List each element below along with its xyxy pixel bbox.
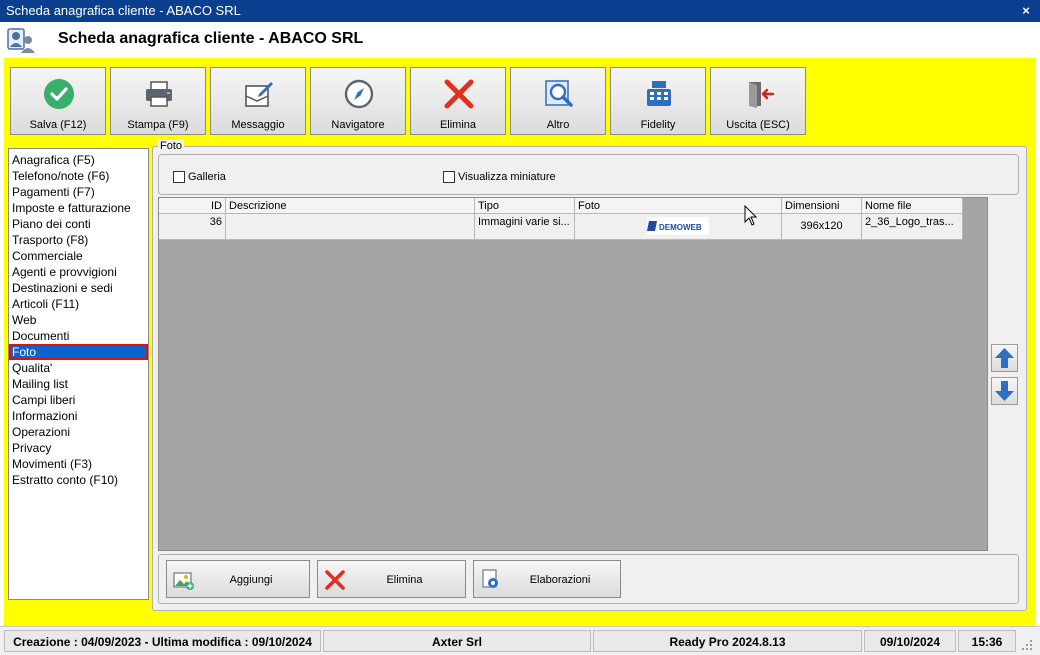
window-titlebar: Scheda anagrafica cliente - ABACO SRL × — [0, 0, 1040, 22]
status-bar: Creazione : 04/09/2023 - Ultima modifica… — [0, 626, 1040, 655]
fidelity-button-label: Fidelity — [640, 119, 676, 131]
column-header-dimensioni[interactable]: Dimensioni — [782, 198, 862, 214]
sidebar-item-mailing-list[interactable]: Mailing list — [9, 376, 148, 392]
cash-register-icon — [647, 81, 671, 106]
sidebar-item-movimenti[interactable]: Movimenti (F3) — [9, 456, 148, 472]
processing-label: Elaborazioni — [529, 574, 591, 586]
cell-tipo: Immagini varie si... — [475, 214, 575, 240]
sidebar-item-informazioni[interactable]: Informazioni — [9, 408, 148, 424]
sidebar-item-destinazioni[interactable]: Destinazioni e sedi — [9, 280, 148, 296]
sidebar-item-privacy[interactable]: Privacy — [9, 440, 148, 456]
status-date: 09/10/2024 — [864, 630, 956, 652]
status-product: Ready Pro 2024.8.13 — [593, 630, 862, 652]
sidebar-item-telefono-note[interactable]: Telefono/note (F6) — [9, 168, 148, 184]
sidebar-item-documenti[interactable]: Documenti — [9, 328, 148, 344]
cell-dimensioni: 396x120 — [782, 214, 862, 240]
delete-photo-button[interactable]: Elimina — [317, 560, 466, 598]
printer-icon — [146, 81, 172, 107]
window-title: Scheda anagrafica cliente - ABACO SRL — [6, 3, 241, 18]
check-circle-icon — [44, 79, 74, 109]
exit-button-label: Uscita (ESC) — [726, 119, 790, 131]
processing-button[interactable]: Elaborazioni — [473, 560, 621, 598]
table-row[interactable]: 36 Immagini varie si... DEMOWEB 396x120 … — [159, 214, 963, 240]
navigator-button[interactable]: Navigatore — [310, 67, 406, 135]
sidebar-item-pagamenti[interactable]: Pagamenti (F7) — [9, 184, 148, 200]
resize-grip-icon[interactable] — [1020, 638, 1034, 652]
move-down-button[interactable] — [991, 377, 1018, 405]
cell-id: 36 — [159, 214, 226, 240]
section-list: Anagrafica (F5) Telefono/note (F6) Pagam… — [8, 148, 149, 600]
column-header-descrizione[interactable]: Descrizione — [226, 198, 475, 214]
gear-document-icon — [482, 569, 498, 588]
sidebar-item-commerciale[interactable]: Commerciale — [9, 248, 148, 264]
sidebar-item-web[interactable]: Web — [9, 312, 148, 328]
close-icon[interactable]: × — [1018, 3, 1034, 19]
sidebar-item-campi-liberi[interactable]: Campi liberi — [9, 392, 148, 408]
add-photo-label: Aggiungi — [229, 574, 273, 586]
column-header-tipo[interactable]: Tipo — [475, 198, 575, 214]
miniature-checkbox[interactable]: Visualizza miniature — [443, 171, 556, 183]
sidebar-item-piano-conti[interactable]: Piano dei conti — [9, 216, 148, 232]
demoweb-logo-text: DEMOWEB — [659, 223, 702, 232]
add-photo-button[interactable]: Aggiungi — [166, 560, 310, 598]
customer-card-icon — [7, 28, 35, 53]
sidebar-item-qualita[interactable]: Qualita' — [9, 360, 148, 376]
delete-photo-label: Elimina — [386, 574, 423, 586]
status-dates: Creazione : 04/09/2023 - Ultima modifica… — [4, 630, 321, 652]
add-image-icon — [173, 572, 194, 590]
save-button[interactable]: Salva (F12) — [10, 67, 106, 135]
compass-icon — [344, 79, 374, 109]
photo-grid: ID Descrizione Tipo Foto Dimensioni Nome… — [158, 197, 988, 551]
galleria-checkbox[interactable]: Galleria — [173, 171, 226, 183]
print-button-label: Stampa (F9) — [127, 119, 189, 131]
sidebar-item-foto[interactable]: Foto — [9, 344, 148, 360]
miniature-checkbox-box[interactable] — [443, 171, 455, 183]
message-button-label: Messaggio — [231, 119, 285, 131]
magnifier-icon — [545, 80, 573, 107]
print-button[interactable]: Stampa (F9) — [110, 67, 206, 135]
galleria-checkbox-box[interactable] — [173, 171, 185, 183]
other-button-label: Altro — [546, 119, 570, 131]
arrow-up-icon — [995, 348, 1014, 368]
panel-legend: Foto — [158, 140, 185, 152]
sidebar-item-estratto-conto[interactable]: Estratto conto (F10) — [9, 472, 148, 488]
miniature-checkbox-label: Visualizza miniature — [458, 171, 556, 183]
galleria-checkbox-label: Galleria — [188, 171, 226, 183]
cell-descrizione — [226, 214, 475, 240]
exit-door-icon — [749, 82, 775, 108]
options-box: Galleria Visualizza miniature — [158, 154, 1019, 195]
status-company: Axter Srl — [323, 630, 591, 652]
demoweb-logo-thumbnail: DEMOWEB — [647, 217, 709, 235]
cell-nome-file: 2_36_Logo_tras... — [862, 214, 963, 240]
delete-button[interactable]: Elimina — [410, 67, 506, 135]
grid-header: ID Descrizione Tipo Foto Dimensioni Nome… — [159, 198, 963, 214]
sidebar-item-anagrafica[interactable]: Anagrafica (F5) — [9, 152, 148, 168]
arrow-down-icon — [995, 381, 1014, 401]
sidebar-item-articoli[interactable]: Articoli (F11) — [9, 296, 148, 312]
message-icon — [245, 82, 273, 107]
mouse-cursor-icon — [744, 205, 758, 226]
sidebar-item-operazioni[interactable]: Operazioni — [9, 424, 148, 440]
navigator-button-label: Navigatore — [331, 119, 385, 131]
exit-button[interactable]: Uscita (ESC) — [710, 67, 806, 135]
save-button-label: Salva (F12) — [29, 119, 87, 131]
sidebar-item-agenti[interactable]: Agenti e provvigioni — [9, 264, 148, 280]
other-button[interactable]: Altro — [510, 67, 606, 135]
column-header-nome-file[interactable]: Nome file — [862, 198, 963, 214]
delete-button-label: Elimina — [439, 119, 477, 131]
fidelity-button[interactable]: Fidelity — [610, 67, 706, 135]
delete-x-icon — [444, 79, 474, 109]
page-title: Scheda anagrafica cliente - ABACO SRL — [58, 30, 364, 47]
form-header: Scheda anagrafica cliente - ABACO SRL — [0, 22, 1040, 58]
move-up-button[interactable] — [991, 344, 1018, 372]
message-button[interactable]: Messaggio — [210, 67, 306, 135]
status-time: 15:36 — [958, 630, 1016, 652]
column-header-id[interactable]: ID — [159, 198, 226, 214]
sidebar-item-imposte[interactable]: Imposte e fatturazione — [9, 200, 148, 216]
delete-x-icon — [325, 570, 345, 590]
sidebar-item-trasporto[interactable]: Trasporto (F8) — [9, 232, 148, 248]
